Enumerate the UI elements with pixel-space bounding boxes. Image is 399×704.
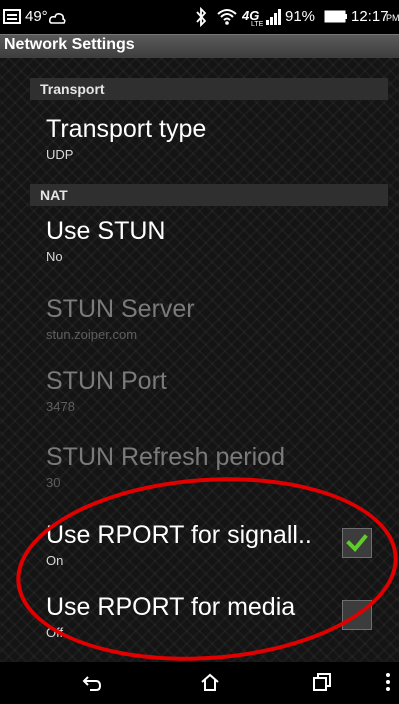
section-header-nat: NAT bbox=[30, 184, 388, 206]
section-header-transport: Transport bbox=[30, 78, 388, 100]
setting-rport-signalling[interactable]: Use RPORT for signall.. On bbox=[46, 520, 391, 569]
home-icon[interactable] bbox=[196, 668, 224, 696]
setting-title: Transport type bbox=[46, 115, 207, 143]
recent-apps-icon[interactable] bbox=[307, 668, 335, 696]
clock-time: 12:17 bbox=[351, 8, 389, 25]
setting-title: Use STUN bbox=[46, 217, 166, 245]
battery-icon bbox=[324, 10, 347, 23]
image-icon bbox=[3, 9, 21, 24]
wifi-icon bbox=[217, 9, 237, 25]
4g-lte-icon: 4G LTE bbox=[242, 8, 264, 26]
setting-summary: stun.zoiper.com bbox=[46, 327, 138, 342]
setting-stun-refresh-period: STUN Refresh period 30 bbox=[46, 442, 391, 491]
page-title: Network Settings bbox=[4, 36, 135, 53]
temperature: 49° bbox=[25, 8, 48, 25]
setting-title: Use RPORT for media bbox=[46, 593, 296, 621]
battery-percent: 91% bbox=[285, 8, 316, 25]
checkmark-icon bbox=[346, 534, 368, 552]
setting-title: STUN Refresh period bbox=[46, 443, 285, 471]
setting-transport-type[interactable]: Transport type UDP bbox=[46, 114, 391, 163]
navigation-bar bbox=[0, 662, 399, 704]
signal-bars-icon bbox=[266, 9, 281, 25]
back-icon[interactable] bbox=[78, 668, 106, 696]
setting-title: STUN Server bbox=[46, 295, 195, 323]
weather-icon bbox=[48, 13, 66, 24]
status-bar: 49° 4G LTE 91% 12:17 PM bbox=[0, 0, 399, 34]
setting-summary: No bbox=[46, 249, 63, 264]
setting-title: STUN Port bbox=[46, 367, 167, 395]
setting-summary: On bbox=[46, 553, 64, 568]
setting-summary: Off bbox=[46, 625, 64, 640]
rport-signalling-checkbox[interactable] bbox=[342, 528, 372, 558]
setting-summary: 30 bbox=[46, 475, 61, 490]
settings-list[interactable]: Transport Transport type UDP NAT Use STU… bbox=[0, 58, 399, 662]
setting-stun-server: STUN Server stun.zoiper.com bbox=[46, 294, 391, 343]
setting-use-stun[interactable]: Use STUN No bbox=[46, 216, 391, 265]
rport-media-checkbox[interactable] bbox=[342, 600, 372, 630]
bluetooth-icon bbox=[196, 7, 207, 27]
setting-summary: 3478 bbox=[46, 399, 75, 414]
title-bar: Network Settings bbox=[0, 34, 399, 59]
setting-rport-media[interactable]: Use RPORT for media Off bbox=[46, 592, 391, 641]
setting-stun-port: STUN Port 3478 bbox=[46, 366, 391, 415]
clock-suffix: PM bbox=[386, 13, 399, 23]
setting-summary: UDP bbox=[46, 147, 74, 162]
svg-text:LTE: LTE bbox=[251, 21, 264, 26]
setting-title: Use RPORT for signall.. bbox=[46, 521, 312, 549]
overflow-menu-icon[interactable] bbox=[383, 668, 393, 696]
